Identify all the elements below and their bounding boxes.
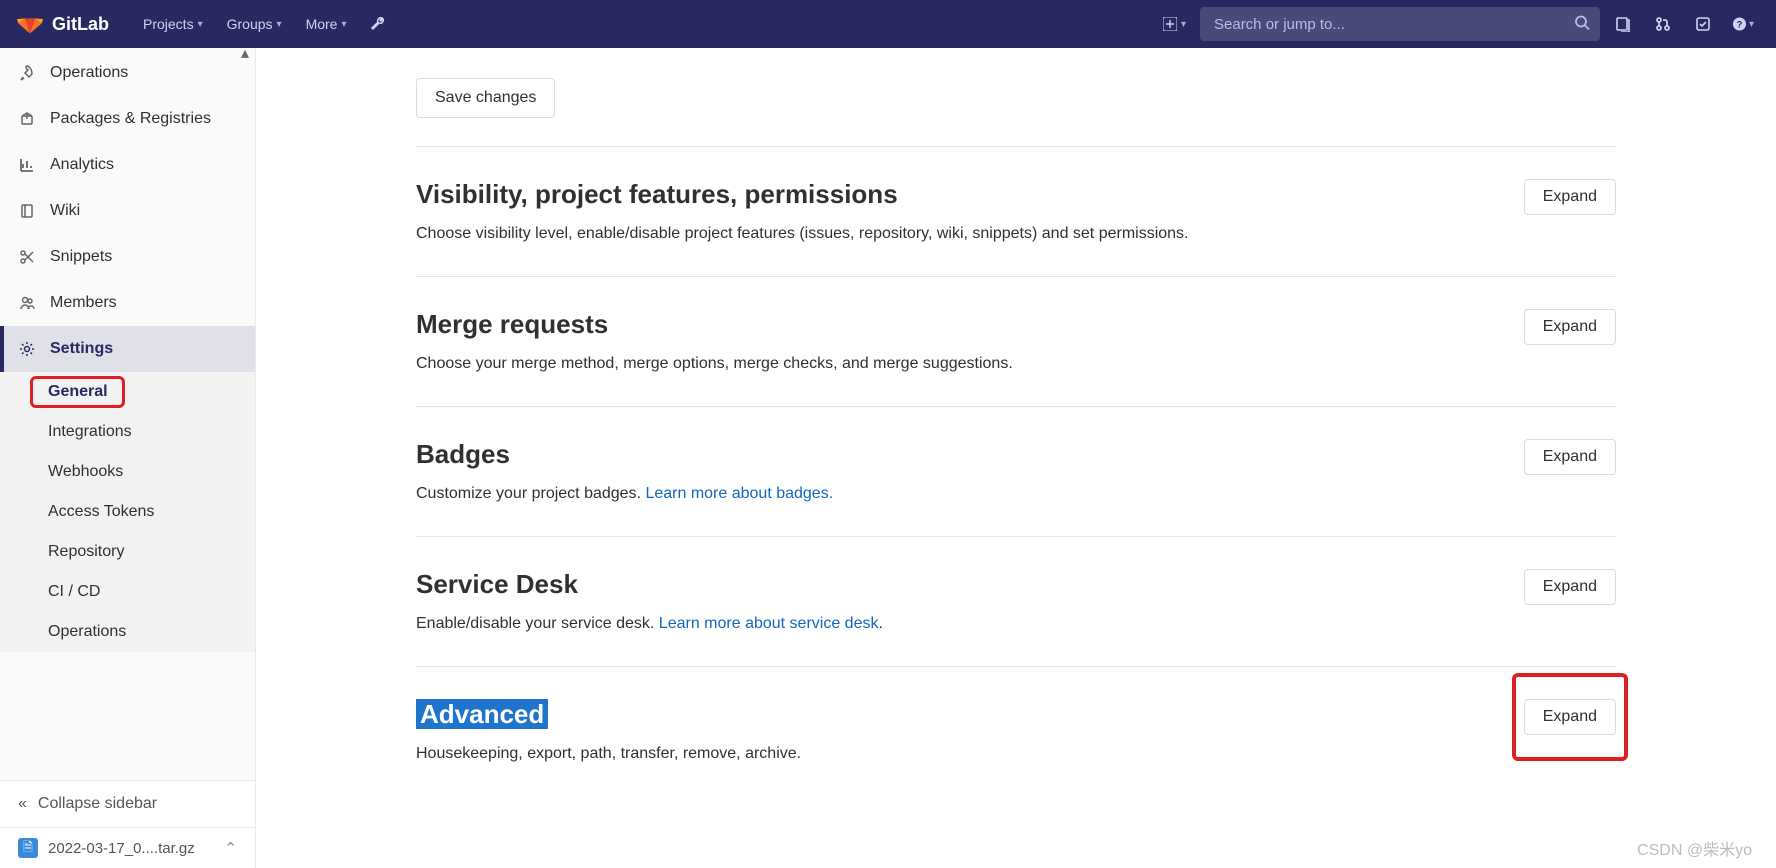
sidebar-item-label: Analytics	[50, 156, 114, 174]
section-title: Badges	[416, 439, 1524, 470]
chevron-down-icon: ▾	[1181, 19, 1186, 30]
sidebar-item-label: Settings	[50, 340, 113, 358]
sidebar-scroll[interactable]: ▴ Operations Packages & Registries Analy…	[0, 48, 255, 780]
users-icon	[18, 294, 36, 312]
download-bar[interactable]: 🗎 2022-03-17_0....tar.gz ⌃	[0, 827, 255, 868]
package-icon	[18, 110, 36, 128]
sidebar-item-label: Wiki	[50, 202, 80, 220]
sidebar-sub-webhooks[interactable]: Webhooks	[0, 452, 255, 492]
chevron-down-icon: ▾	[198, 19, 203, 30]
brand-text: GitLab	[52, 14, 109, 35]
section-desc: Customize your project badges. Learn mor…	[416, 482, 1524, 506]
expand-button-badges[interactable]: Expand	[1524, 439, 1616, 475]
admin-wrench-icon[interactable]	[361, 7, 395, 41]
main-content[interactable]: Save changes Visibility, project feature…	[256, 48, 1776, 868]
todos-shortcut[interactable]	[1686, 7, 1720, 41]
sidebar-item-label: Operations	[50, 64, 128, 82]
learn-more-service-desk-link[interactable]: Learn more about service desk	[659, 615, 879, 632]
sidebar-item-settings[interactable]: Settings	[0, 326, 255, 372]
sidebar-item-packages-registries[interactable]: Packages & Registries	[0, 96, 255, 142]
section-title: Advanced	[416, 699, 1524, 730]
chevron-down-icon: ▾	[1749, 19, 1754, 30]
sidebar-item-operations[interactable]: Operations	[0, 50, 255, 96]
section-service-desk: Service Desk Enable/disable your service…	[416, 536, 1616, 666]
top-navbar: GitLab Projects▾ Groups▾ More▾ ▾	[0, 0, 1776, 48]
sidebar-item-label: Snippets	[50, 248, 112, 266]
nav-groups[interactable]: Groups▾	[217, 10, 292, 38]
sidebar: ▴ Operations Packages & Registries Analy…	[0, 48, 256, 868]
section-title: Visibility, project features, permission…	[416, 179, 1524, 210]
section-title: Service Desk	[416, 569, 1524, 600]
chevron-down-icon: ▾	[341, 19, 346, 30]
merge-requests-shortcut[interactable]	[1646, 7, 1680, 41]
sidebar-sub-general[interactable]: General	[0, 372, 255, 412]
new-menu[interactable]: ▾	[1155, 11, 1194, 37]
expand-button-visibility[interactable]: Expand	[1524, 179, 1616, 215]
sidebar-sub-access-tokens[interactable]: Access Tokens	[0, 492, 255, 532]
gitlab-logo-icon	[16, 9, 44, 40]
book-icon	[18, 202, 36, 220]
issues-shortcut[interactable]	[1606, 7, 1640, 41]
section-merge-requests: Merge requests Choose your merge method,…	[416, 276, 1616, 406]
nav-more[interactable]: More▾	[296, 10, 357, 38]
section-badges: Badges Customize your project badges. Le…	[416, 406, 1616, 536]
chevron-down-icon: ▾	[277, 19, 282, 30]
search-wrapper	[1200, 7, 1600, 41]
sidebar-item-label: Packages & Registries	[50, 110, 211, 128]
nav-projects[interactable]: Projects▾	[133, 10, 213, 38]
sidebar-item-wiki[interactable]: Wiki	[0, 188, 255, 234]
sidebar-item-analytics[interactable]: Analytics	[0, 142, 255, 188]
chart-icon	[18, 156, 36, 174]
learn-more-badges-link[interactable]: Learn more about badges.	[645, 485, 833, 502]
nav-right-cluster: ▾ ? ▾	[1155, 7, 1760, 41]
sidebar-item-snippets[interactable]: Snippets	[0, 234, 255, 280]
sidebar-item-members[interactable]: Members	[0, 280, 255, 326]
sidebar-sub-repository[interactable]: Repository	[0, 532, 255, 572]
section-desc: Housekeeping, export, path, transfer, re…	[416, 742, 1524, 766]
section-advanced: Advanced Housekeeping, export, path, tra…	[416, 666, 1616, 796]
section-desc: Choose your merge method, merge options,…	[416, 352, 1524, 376]
svg-text:?: ?	[1737, 20, 1743, 30]
rocket-icon	[18, 64, 36, 82]
scroll-up-caret-icon: ▴	[241, 48, 249, 62]
section-title: Merge requests	[416, 309, 1524, 340]
collapse-sidebar-button[interactable]: « Collapse sidebar	[0, 780, 255, 827]
sidebar-sub-ci-cd[interactable]: CI / CD	[0, 572, 255, 612]
nav-links: Projects▾ Groups▾ More▾	[133, 7, 395, 41]
sidebar-sub-operations[interactable]: Operations	[0, 612, 255, 652]
help-menu[interactable]: ? ▾	[1726, 7, 1760, 41]
section-desc: Choose visibility level, enable/disable …	[416, 222, 1524, 246]
scissors-icon	[18, 248, 36, 266]
archive-file-icon: 🗎	[18, 838, 38, 858]
chevron-up-icon: ⌃	[224, 839, 237, 857]
plus-icon	[1163, 17, 1177, 31]
download-filename: 2022-03-17_0....tar.gz	[48, 840, 195, 857]
expand-button-merge-requests[interactable]: Expand	[1524, 309, 1616, 345]
brand[interactable]: GitLab	[16, 9, 109, 40]
expand-button-service-desk[interactable]: Expand	[1524, 569, 1616, 605]
expand-button-advanced[interactable]: Expand	[1524, 699, 1616, 735]
save-changes-button[interactable]: Save changes	[416, 78, 555, 118]
chevrons-left-icon: «	[18, 795, 24, 813]
search-input[interactable]	[1200, 7, 1600, 41]
watermark: CSDN @柴米yo	[1637, 836, 1752, 860]
sidebar-sub-integrations[interactable]: Integrations	[0, 412, 255, 452]
section-visibility: Visibility, project features, permission…	[416, 146, 1616, 276]
sidebar-item-label: Members	[50, 294, 117, 312]
collapse-label: Collapse sidebar	[38, 795, 157, 813]
section-desc: Enable/disable your service desk. Learn …	[416, 612, 1524, 636]
gear-icon	[18, 340, 36, 358]
